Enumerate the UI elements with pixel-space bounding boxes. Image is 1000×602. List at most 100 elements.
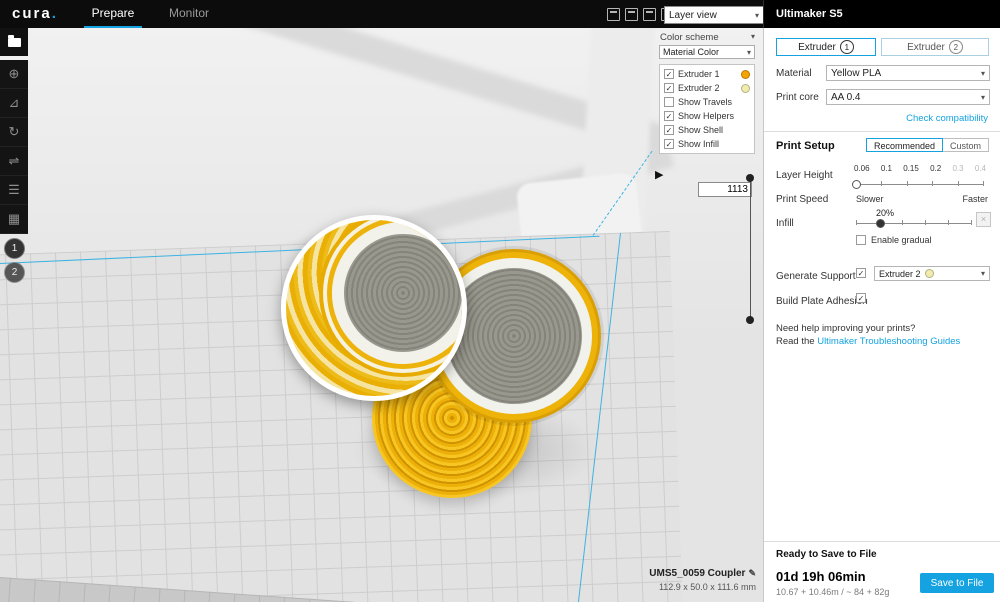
move-tool[interactable]: ⊕	[0, 60, 28, 89]
material-select[interactable]: Yellow PLA ▾	[826, 65, 990, 81]
machine-name: Ultimaker S5	[776, 8, 843, 20]
per-model-settings-icon: ☰	[8, 182, 20, 198]
toggle-label: Show Infill	[678, 139, 750, 149]
viewport-3d[interactable]: Color scheme ▾ Material Color ▾ ✓ Extrud…	[0, 28, 763, 602]
chevron-down-icon: ▾	[981, 69, 985, 78]
tick-label-disabled: 0.3	[952, 164, 963, 173]
extruder-2-tab[interactable]: Extruder 2	[881, 38, 989, 56]
checkbox[interactable]	[664, 97, 674, 107]
layer-height-slider-handle[interactable]	[852, 180, 861, 189]
rotate-icon: ↻	[9, 124, 20, 140]
tick-label[interactable]: 0.2	[930, 164, 941, 173]
layer-slider-handle-top[interactable]	[746, 174, 754, 182]
extruder-1-badge[interactable]: 1	[4, 238, 25, 259]
enable-gradual-label: Enable gradual	[871, 235, 932, 245]
support-checkbox-row[interactable]: ✓	[856, 268, 866, 278]
extruder-number: 2	[949, 40, 963, 54]
folder-icon[interactable]	[643, 8, 656, 21]
move-icon: ⊕	[9, 66, 20, 82]
support-extruder-select[interactable]: Extruder 2 ▾	[874, 266, 990, 281]
toggle-show-helpers[interactable]: ✓ Show Helpers	[660, 109, 754, 123]
scale-tool[interactable]: ⊿	[0, 89, 28, 118]
camera-icon[interactable]	[607, 8, 620, 21]
checkbox[interactable]: ✓	[664, 83, 674, 93]
print-setup-title: Print Setup	[776, 140, 835, 152]
recommended-mode-button[interactable]: Recommended	[866, 138, 943, 152]
color-scheme-select[interactable]: Material Color ▾	[659, 45, 755, 59]
layer-height-slider-ticks	[856, 181, 984, 186]
layer-slider-handle-bottom[interactable]	[746, 316, 754, 324]
tick-label[interactable]: 0.15	[903, 164, 919, 173]
chevron-down-icon: ▾	[755, 11, 759, 20]
toggle-extruder-2[interactable]: ✓ Extruder 2	[660, 81, 754, 95]
checkbox[interactable]: ✓	[664, 139, 674, 149]
scale-icon: ⊿	[9, 95, 20, 111]
checkbox[interactable]: ✓	[856, 293, 866, 303]
support-blocker-tool[interactable]: ▦	[0, 205, 28, 234]
checkbox[interactable]: ✓	[664, 69, 674, 79]
tick-label[interactable]: 0.1	[881, 164, 892, 173]
layer-number-input[interactable]	[698, 182, 752, 197]
toggle-show-infill[interactable]: ✓ Show Infill	[660, 137, 754, 151]
chevron-down-icon: ▾	[751, 32, 755, 43]
help-prefix: Read the	[776, 336, 817, 347]
view-mode-select[interactable]: Layer view ▾	[664, 6, 764, 24]
print-core-label: Print core	[776, 92, 819, 103]
infill-slider-ticks	[856, 220, 972, 225]
check-compatibility-link[interactable]: Check compatibility	[906, 113, 988, 124]
rename-pencil-icon[interactable]: ✎	[748, 568, 756, 578]
help-text-2: Read the Ultimaker Troubleshooting Guide…	[776, 336, 960, 347]
machine-selector[interactable]: Ultimaker S5	[763, 0, 1000, 28]
logo-text: cura	[12, 5, 52, 22]
support-extruder-value: Extruder 2	[879, 269, 921, 279]
adhesion-checkbox-row[interactable]: ✓	[856, 293, 866, 303]
print-speed-label: Print Speed	[776, 194, 828, 205]
toggle-label: Show Travels	[678, 97, 750, 107]
topbar: cura. Prepare Monitor Layer view ▾	[0, 0, 763, 28]
badge-label: 2	[12, 267, 18, 278]
per-model-settings-tool[interactable]: ☰	[0, 176, 28, 205]
tab-prepare[interactable]: Prepare	[84, 0, 142, 28]
color-scheme-title: Color scheme	[660, 32, 719, 43]
play-layers-icon[interactable]: ▶	[655, 168, 663, 181]
extruder-number: 1	[840, 40, 854, 54]
infill-slider-handle[interactable]	[876, 219, 885, 228]
checkbox[interactable]: ✓	[856, 268, 866, 278]
toggle-label: Show Shell	[678, 125, 750, 135]
rotate-tool[interactable]: ↻	[0, 118, 28, 147]
save-icon[interactable]	[625, 8, 638, 21]
tick-label[interactable]: 0.06	[854, 164, 870, 173]
troubleshooting-guides-link[interactable]: Ultimaker Troubleshooting Guides	[817, 336, 960, 347]
extruder-1-tab[interactable]: Extruder 1	[776, 38, 876, 56]
layer-slider-track[interactable]	[750, 178, 751, 322]
checkbox[interactable]	[856, 235, 866, 245]
mirror-tool[interactable]: ⇌	[0, 147, 28, 176]
print-time-estimate: 01d 19h 06min	[776, 569, 866, 584]
tick-label-disabled: 0.4	[975, 164, 986, 173]
support-blocker-icon: ▦	[8, 211, 20, 227]
color-scheme-header[interactable]: Color scheme ▾	[660, 32, 755, 43]
build-plate-adhesion-label: Build Plate Adhesion	[776, 296, 868, 307]
checkbox[interactable]: ✓	[664, 111, 674, 121]
chevron-down-icon: ▾	[981, 269, 985, 278]
toggle-show-travels[interactable]: Show Travels	[660, 95, 754, 109]
extruder-tab-label: Extruder	[798, 42, 836, 53]
zoom-inset-circle	[281, 215, 467, 401]
checkbox[interactable]: ✓	[664, 125, 674, 135]
speed-faster-label: Faster	[962, 194, 988, 204]
generate-support-label: Generate Support	[776, 271, 856, 282]
cura-app-window: Color scheme ▾ Material Color ▾ ✓ Extrud…	[0, 0, 1000, 602]
custom-mode-button[interactable]: Custom	[943, 138, 989, 152]
extruder-2-badge[interactable]: 2	[4, 262, 25, 283]
layer-height-label: Layer Height	[776, 170, 833, 181]
toggle-show-shell[interactable]: ✓ Show Shell	[660, 123, 754, 137]
enable-gradual-row[interactable]: Enable gradual	[856, 235, 932, 245]
tab-monitor[interactable]: Monitor	[162, 0, 216, 26]
print-core-select[interactable]: AA 0.4 ▾	[826, 89, 990, 105]
toggle-label: Extruder 2	[678, 83, 737, 93]
cura-logo: cura.	[12, 5, 58, 22]
save-to-file-button[interactable]: Save to File	[920, 573, 994, 593]
gradual-infill-icon[interactable]: ×	[976, 212, 991, 227]
open-file-button[interactable]	[0, 28, 28, 56]
toggle-extruder-1[interactable]: ✓ Extruder 1	[660, 67, 754, 81]
